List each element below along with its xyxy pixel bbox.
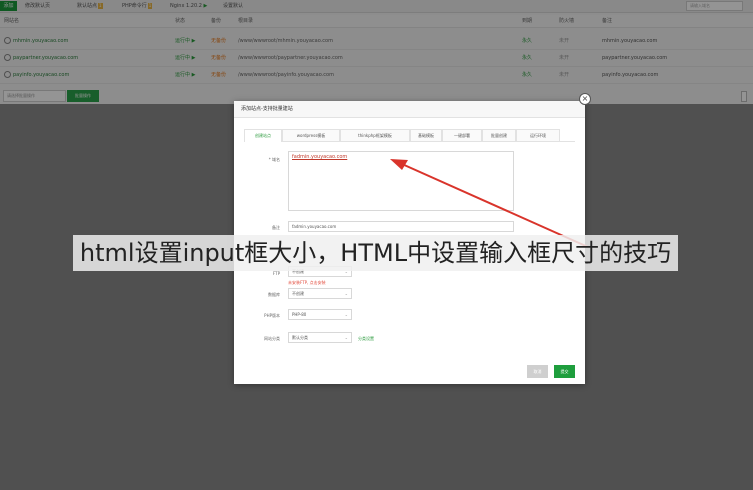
domain-label: * 域名: [268, 157, 280, 162]
database-label: 数据库: [268, 292, 280, 297]
tab-create-site[interactable]: 创建站点: [244, 129, 282, 142]
php-version-label: PHP版本: [264, 313, 280, 318]
remark-input[interactable]: fadmin.youyacao.com: [288, 221, 514, 232]
cancel-button[interactable]: 取消: [527, 365, 548, 378]
tab-batch-create[interactable]: 批量创建: [482, 129, 516, 141]
ftp-label: FTP: [272, 271, 280, 276]
close-icon[interactable]: ×: [579, 93, 591, 105]
tab-wordpress-template[interactable]: wordpress模板: [282, 129, 340, 141]
dialog-title: 添加站点-支持批量建站: [234, 101, 585, 118]
tab-one-click-deploy[interactable]: 一键部署: [442, 129, 482, 141]
chevron-down-icon: ⌄: [344, 291, 348, 296]
category-settings-link[interactable]: 分类设置: [358, 336, 374, 342]
ftp-install-hint[interactable]: 未安装FTP, 点击安装: [288, 280, 326, 286]
site-category-value: 默认分类: [292, 335, 308, 340]
php-version-select[interactable]: PHP-80 ⌄: [288, 309, 352, 320]
site-category-select[interactable]: 默认分类 ⌄: [288, 332, 352, 343]
php-version-value: PHP-80: [292, 312, 307, 317]
remark-label: 备注: [272, 225, 280, 230]
submit-button[interactable]: 提交: [554, 365, 575, 378]
tab-thinkphp-template[interactable]: thinkphp框架模板: [340, 129, 410, 141]
chevron-down-icon: ⌄: [344, 312, 348, 317]
domain-textarea[interactable]: fadmin.youyacao.com: [288, 151, 514, 211]
domain-value: fadmin.youyacao.com: [292, 154, 348, 160]
tab-basic-template[interactable]: 基础模板: [410, 129, 442, 141]
tab-runtime-env[interactable]: 运行环境: [516, 129, 560, 141]
caption-banner: html设置input框大小，HTML中设置输入框尺寸的技巧: [73, 235, 678, 271]
site-category-label: 网站分类: [264, 336, 280, 341]
chevron-down-icon: ⌄: [344, 335, 348, 340]
database-select[interactable]: 不创建 ⌄: [288, 288, 352, 299]
dialog-tabs: 创建站点 wordpress模板 thinkphp框架模板 基础模板 一键部署 …: [244, 129, 575, 142]
database-value: 不创建: [292, 291, 304, 296]
